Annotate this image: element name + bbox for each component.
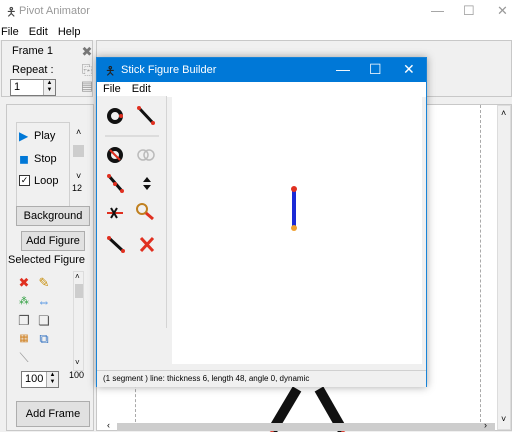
repeat-value: 1: [14, 81, 21, 93]
add-frame-button[interactable]: Add Frame: [16, 401, 90, 427]
play-icon[interactable]: ▶: [19, 129, 28, 143]
speed-slider-thumb[interactable]: [73, 145, 84, 157]
speed-up-icon[interactable]: ˄: [76, 127, 81, 137]
stepper-arrows-icon[interactable]: ▲ ▼: [43, 80, 55, 95]
speed-value: 12: [72, 183, 83, 193]
scroll-up-icon[interactable]: ˄: [75, 272, 80, 281]
repeat-label: Repeat :: [12, 64, 54, 76]
segment-joint-handle[interactable]: [291, 186, 297, 192]
stop-button-label[interactable]: Stop: [34, 153, 57, 165]
flip-figure-icon[interactable]: ⇔: [36, 295, 52, 309]
circle-toggle-tool-icon[interactable]: [107, 147, 123, 163]
figure-tools: ✖ ✎ ⁂ ⇔ ❐ ❏ ▦ ⧉ ⟍: [16, 268, 74, 365]
background-button[interactable]: Background: [16, 206, 90, 226]
paste-frame-icon[interactable]: ▤: [79, 79, 95, 93]
builder-tool-panel: [97, 96, 167, 328]
dialog-menu-edit[interactable]: Edit: [132, 83, 151, 95]
maximize-icon[interactable]: ☐: [463, 3, 475, 19]
repeat-stepper[interactable]: 1 ▲ ▼: [10, 79, 56, 96]
dialog-menu-bar: File Edit: [97, 82, 426, 97]
split-segment-tool-icon[interactable]: [107, 207, 123, 219]
main-window-title: Pivot Animator: [19, 5, 90, 17]
figure-list-scrollbar[interactable]: ˄ ˅: [73, 271, 84, 371]
dialog-title-bar[interactable]: 🯅 Stick Figure Builder — ☐ ✕: [97, 58, 426, 82]
builder-drawing-area[interactable]: [172, 96, 422, 364]
canvas-horizontal-scrollbar[interactable]: [117, 423, 495, 431]
add-line-tool-icon[interactable]: [137, 106, 155, 125]
copy-frame-icon[interactable]: ⎘: [79, 63, 95, 77]
main-title-bar: 🯅 Pivot Animator — ☐ ✕: [0, 0, 512, 24]
menu-help[interactable]: Help: [58, 26, 81, 38]
add-circle-tool-icon[interactable]: [107, 108, 123, 124]
dialog-maximize-icon[interactable]: ☐: [369, 61, 382, 78]
delete-frame-icon[interactable]: ✖: [79, 45, 95, 59]
main-menu-bar: File Edit Help: [0, 24, 512, 40]
dialog-title: Stick Figure Builder: [121, 64, 217, 76]
figure-segment-drawing[interactable]: [172, 96, 422, 364]
speed-down-icon[interactable]: ˅: [76, 171, 81, 181]
frame-label: Frame 1: [12, 45, 53, 57]
canvas-scroll-up-icon[interactable]: ˄: [501, 108, 506, 118]
delete-figure-icon[interactable]: ✖: [16, 276, 32, 290]
stick-figure-builder-dialog: 🯅 Stick Figure Builder — ☐ ✕ File Edit (…: [96, 57, 427, 387]
canvas-scroll-down-icon[interactable]: ˅: [501, 414, 506, 424]
scale-max-label: 100: [69, 370, 85, 380]
menu-edit[interactable]: Edit: [29, 26, 48, 38]
canvas-scroll-left-icon[interactable]: ‹: [107, 420, 110, 430]
left-control-panel: ▶ Play ◼ Stop ✓ Loop ˄ ˅ 12 Background A…: [6, 104, 94, 431]
line-segment-tool-icon[interactable]: [107, 236, 125, 253]
stop-icon[interactable]: ◼: [19, 152, 29, 166]
dialog-menu-file[interactable]: File: [103, 83, 121, 95]
disabled-circle-tool-icon[interactable]: [137, 149, 155, 161]
color-figure-icon[interactable]: ▦: [16, 332, 32, 346]
segment-tool-icon[interactable]: ⟍: [16, 351, 32, 365]
scale-arrows-icon[interactable]: ▲ ▼: [46, 372, 58, 387]
play-button-label[interactable]: Play: [34, 130, 55, 142]
menu-file[interactable]: File: [1, 26, 19, 38]
status-text: (1 segment ) line: thickness 6, length 4…: [103, 374, 310, 383]
zoom-tool-icon[interactable]: [136, 203, 154, 221]
move-updown-tool-icon[interactable]: [143, 177, 151, 190]
dialog-status-bar: (1 segment ) line: thickness 6, length 4…: [97, 370, 426, 387]
loop-label[interactable]: Loop: [34, 175, 58, 187]
selected-figure-label: Selected Figure: [8, 254, 86, 266]
dialog-close-icon[interactable]: ✕: [403, 61, 415, 78]
scale-value: 100: [25, 373, 44, 385]
center-figure-icon[interactable]: ⁂: [16, 295, 32, 309]
copy-figure-icon[interactable]: ⧉: [36, 332, 52, 346]
frame-panel: Frame 1 Repeat : 1 ▲ ▼ ✖ ⎘ ▤: [1, 40, 93, 97]
edit-figure-icon[interactable]: ✎: [36, 276, 52, 290]
scroll-down-icon[interactable]: ˅: [75, 358, 80, 367]
scale-stepper[interactable]: 100 ▲ ▼: [21, 371, 59, 388]
minimize-icon[interactable]: —: [431, 3, 444, 18]
bring-front-icon[interactable]: ❐: [16, 314, 32, 328]
add-figure-button[interactable]: Add Figure: [21, 231, 85, 251]
delete-segment-tool-icon[interactable]: [139, 236, 155, 253]
loop-checkbox[interactable]: ✓: [19, 175, 30, 186]
close-icon[interactable]: ✕: [497, 3, 508, 19]
segment-origin-handle[interactable]: [291, 225, 297, 231]
static-segment-tool-icon[interactable]: [107, 174, 124, 193]
canvas-scroll-right-icon[interactable]: ›: [484, 420, 487, 430]
dialog-minimize-icon[interactable]: —: [336, 61, 350, 77]
builder-tools: [105, 106, 159, 253]
app-icon: 🯅: [6, 5, 17, 19]
send-back-icon[interactable]: ❏: [36, 314, 52, 328]
canvas-vertical-scrollbar[interactable]: ˄ ˅: [497, 105, 511, 430]
scroll-thumb[interactable]: [75, 284, 83, 298]
dialog-app-icon: 🯅: [105, 64, 116, 78]
